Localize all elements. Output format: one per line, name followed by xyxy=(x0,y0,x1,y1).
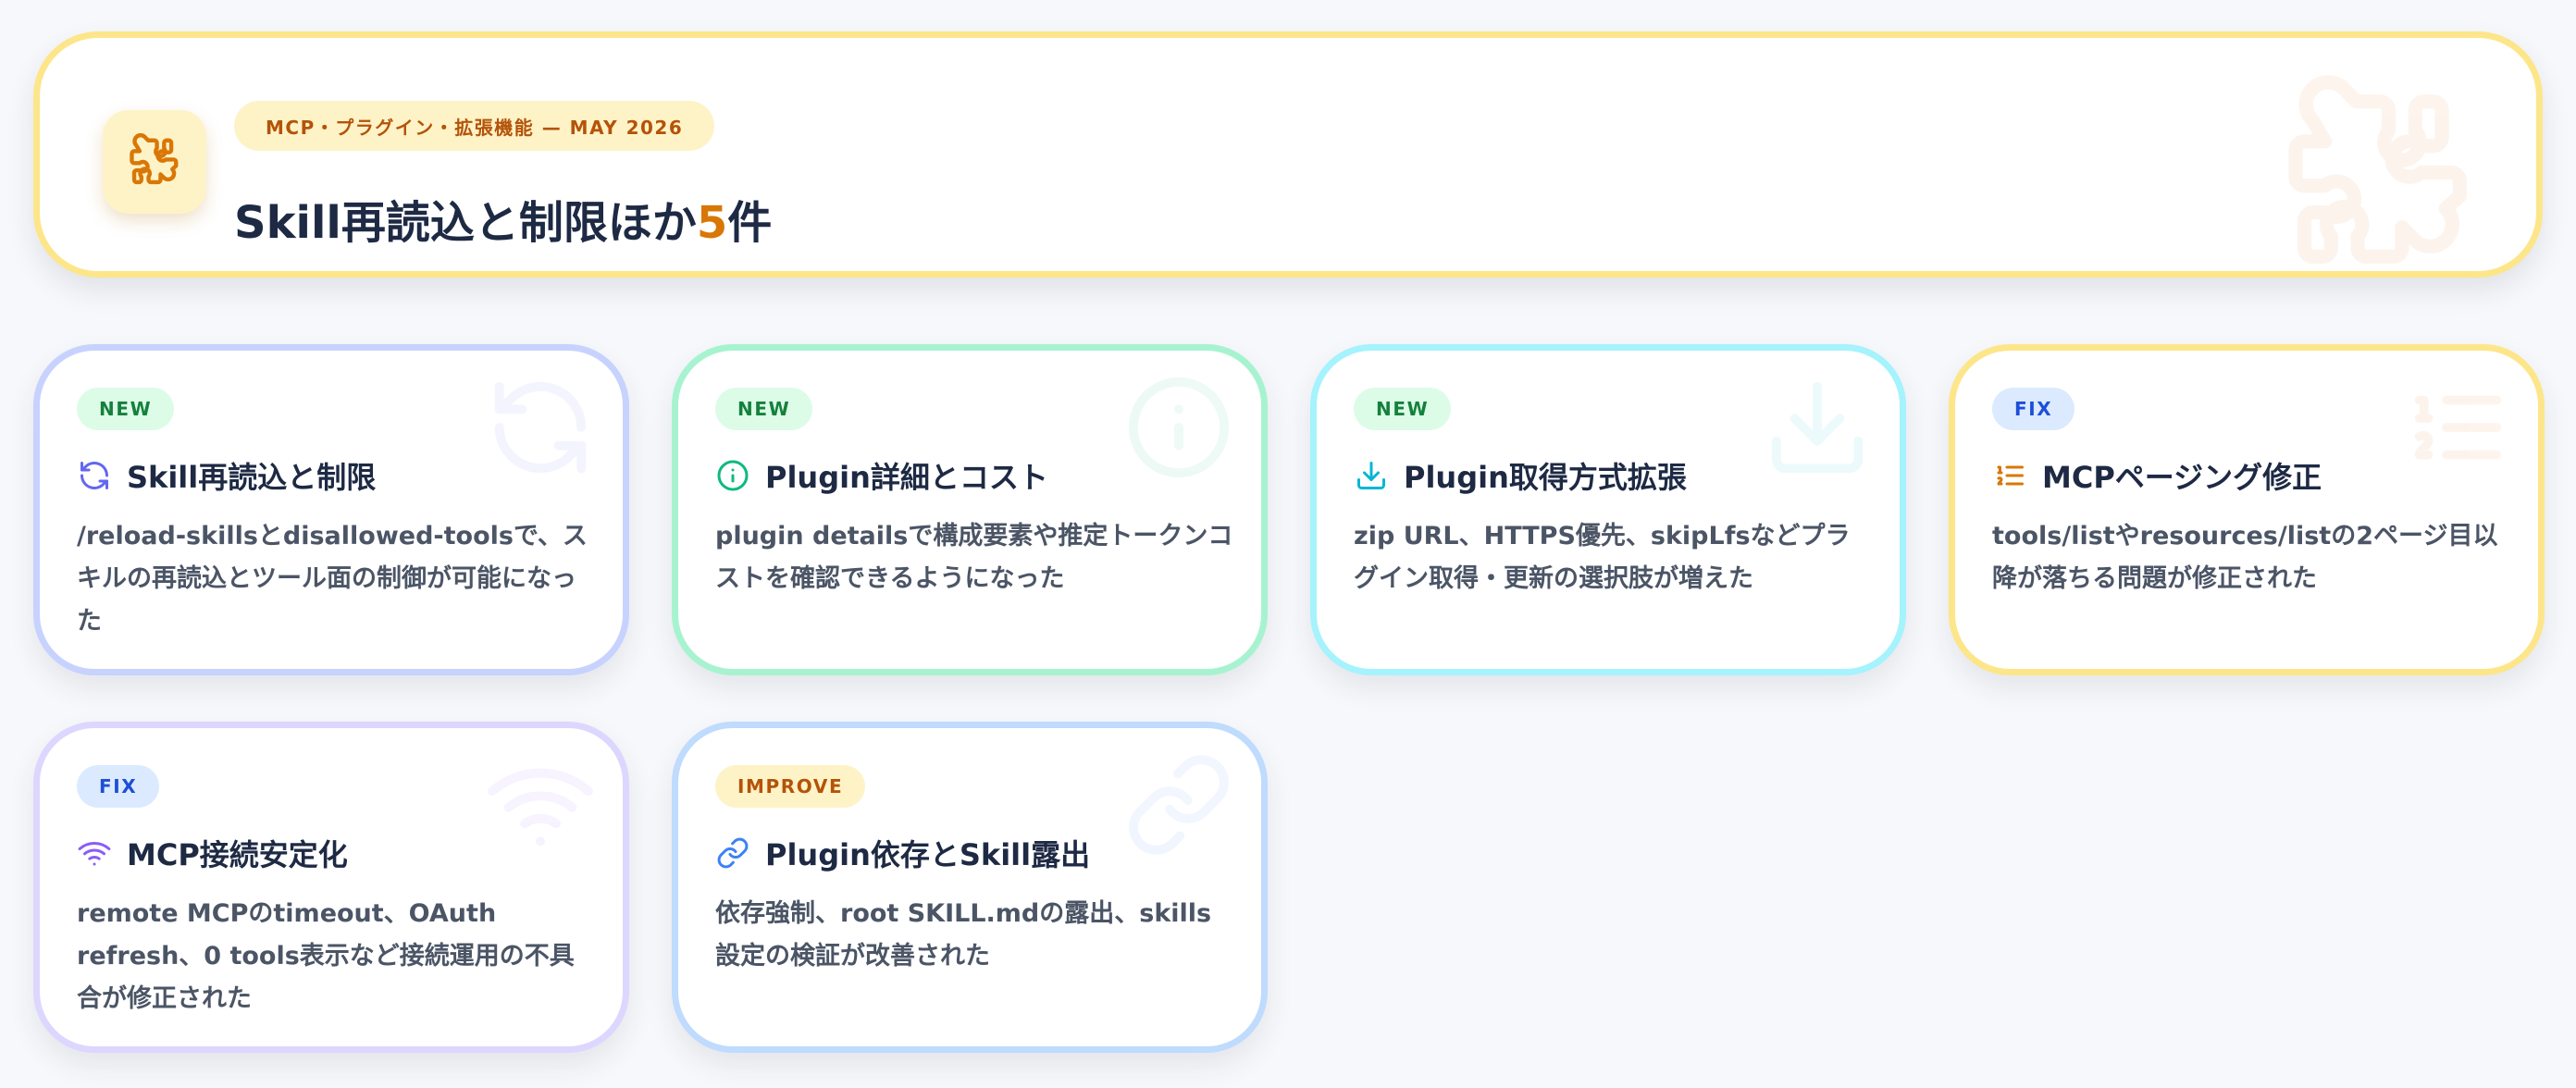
card-title: Skill再読込と制限 xyxy=(127,460,377,495)
header-card: MCP・プラグイン・拡張機能 — MAY 2026 Skill再読込と制限ほか5… xyxy=(33,31,2543,278)
card-title-row: Plugin取得方式拡張 xyxy=(1354,452,1687,499)
card-plugin-dependency: IMPROVE Plugin依存とSkill露出 依存強制、root SKILL… xyxy=(672,722,1268,1053)
download-icon xyxy=(1354,458,1389,493)
card-title-row: Plugin詳細とコスト xyxy=(715,452,1048,499)
page-title-main: Skill再読込と制限ほか xyxy=(234,197,697,249)
card-title-row: MCP接続安定化 xyxy=(77,830,348,876)
card-description: remote MCPのtimeout、OAuth refresh、0 tools… xyxy=(77,899,575,1013)
card-description: 依存強制、root SKILL.mdの露出、skills設定の検証が改善された xyxy=(715,899,1212,971)
card-description: plugin detailsで構成要素や推定トークンコストを確認できるようになっ… xyxy=(715,522,1233,593)
info-watermark-icon xyxy=(1124,373,1233,482)
refresh-watermark-icon xyxy=(486,373,595,482)
page-title-suffix: 件 xyxy=(727,197,773,249)
page-title-count: 5 xyxy=(696,197,728,249)
header-icon-box xyxy=(103,110,206,214)
card-plugin-details: NEW Plugin詳細とコスト plugin detailsで構成要素や推定ト… xyxy=(672,344,1268,675)
download-watermark-icon xyxy=(1763,373,1872,482)
card-description: tools/listやresources/listの2ページ目以降が落ちる問題が… xyxy=(1992,522,2498,593)
card-title: Plugin依存とSkill露出 xyxy=(765,837,1091,872)
card-title: MCP接続安定化 xyxy=(127,837,348,872)
refresh-icon xyxy=(77,458,112,493)
card-title: MCPページング修正 xyxy=(2042,460,2322,495)
link-watermark-icon xyxy=(1124,750,1233,859)
card-mcp-connection: FIX MCP接続安定化 remote MCPのtimeout、OAuth re… xyxy=(33,722,629,1053)
status-badge: NEW xyxy=(715,388,813,430)
card-title: Plugin詳細とコスト xyxy=(765,460,1048,495)
status-badge: IMPROVE xyxy=(715,765,866,808)
card-title-row: MCPページング修正 xyxy=(1992,452,2322,499)
ordered-list-watermark-icon xyxy=(2401,373,2510,482)
card-title: Plugin取得方式拡張 xyxy=(1404,460,1687,495)
link-icon xyxy=(715,835,750,871)
header-category-tag: MCP・プラグイン・拡張機能 — MAY 2026 xyxy=(234,101,715,151)
ordered-list-icon xyxy=(1992,458,2027,493)
wifi-icon xyxy=(77,835,112,871)
card-plugin-fetch: NEW Plugin取得方式拡張 zip URL、HTTPS優先、skipLfs… xyxy=(1310,344,1906,675)
card-title-row: Plugin依存とSkill露出 xyxy=(715,830,1090,876)
page: MCP・プラグイン・拡張機能 — MAY 2026 Skill再読込と制限ほか5… xyxy=(0,0,2576,1088)
card-skill-reload: NEW Skill再読込と制限 /reload-skillsとdisallowe… xyxy=(33,344,629,675)
status-badge: FIX xyxy=(1992,388,2075,430)
status-badge: FIX xyxy=(77,765,160,808)
card-description: zip URL、HTTPS優先、skipLfsなどプラグイン取得・更新の選択肢が… xyxy=(1354,522,1851,593)
status-badge: NEW xyxy=(1354,388,1452,430)
card-description: /reload-skillsとdisallowed-toolsで、スキルの再読込… xyxy=(77,522,588,636)
wifi-watermark-icon xyxy=(486,750,595,859)
status-badge: NEW xyxy=(77,388,175,430)
page-title: Skill再読込と制限ほか5件 xyxy=(234,186,772,251)
puzzle-icon xyxy=(126,133,183,191)
card-mcp-paging: FIX MCPページング修正 tools/listやresources/list… xyxy=(1949,344,2545,675)
info-icon xyxy=(715,458,750,493)
card-title-row: Skill再読込と制限 xyxy=(77,452,376,499)
puzzle-watermark-icon xyxy=(2273,75,2486,271)
